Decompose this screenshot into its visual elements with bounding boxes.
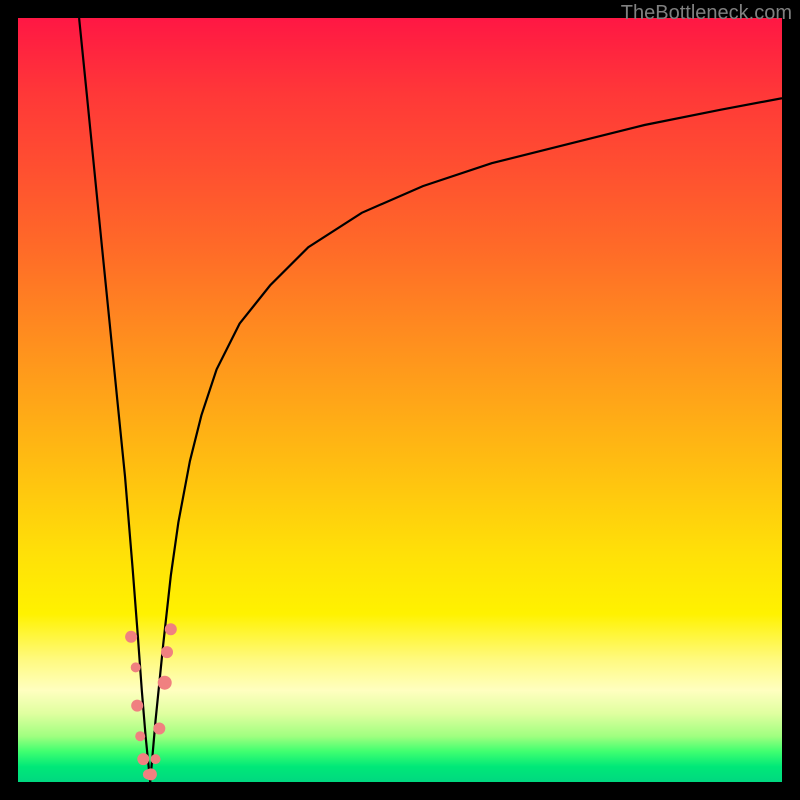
data-marker bbox=[135, 731, 145, 741]
chart-container: TheBottleneck.com bbox=[0, 0, 800, 800]
right-branch-curve bbox=[150, 98, 782, 782]
data-marker bbox=[161, 646, 173, 658]
data-marker bbox=[125, 631, 137, 643]
watermark-text: TheBottleneck.com bbox=[621, 2, 792, 25]
data-marker bbox=[143, 769, 153, 779]
plot-area bbox=[18, 18, 782, 782]
data-marker bbox=[151, 754, 161, 764]
data-marker bbox=[131, 700, 143, 712]
curve-group bbox=[79, 18, 782, 782]
chart-svg bbox=[18, 18, 782, 782]
data-marker bbox=[153, 723, 165, 735]
marker-group bbox=[125, 623, 177, 780]
left-branch-curve bbox=[79, 18, 150, 782]
data-marker bbox=[165, 623, 177, 635]
data-marker bbox=[145, 768, 157, 780]
data-marker bbox=[158, 676, 172, 690]
data-marker bbox=[137, 753, 149, 765]
data-marker bbox=[131, 662, 141, 672]
